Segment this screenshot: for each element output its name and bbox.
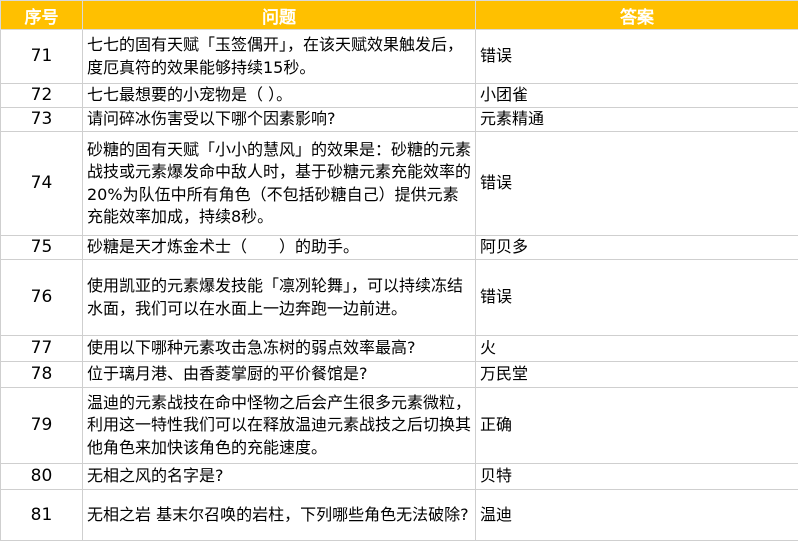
row-question: 使用以下哪种元素攻击急冻树的弱点效率最高? <box>82 335 476 362</box>
table-row: 74 砂糖的固有天赋「小小的慧风」的效果是：砂糖的元素战技或元素爆发命中敌人时，… <box>0 131 798 236</box>
header-question: 问题 <box>82 0 476 30</box>
row-question: 温迪的元素战技在命中怪物之后会产生很多元素微粒，利用这一特性我们可以在释放温迪元… <box>82 387 476 464</box>
row-question: 位于璃月港、由香菱掌厨的平价餐馆是? <box>82 361 476 388</box>
row-answer: 小团雀 <box>475 83 798 108</box>
row-num: 71 <box>0 29 83 84</box>
row-num: 76 <box>0 259 83 336</box>
row-num: 73 <box>0 107 83 132</box>
row-answer: 火 <box>475 335 798 362</box>
table-row: 71 七七的固有天赋「玉签偶开」，在该天赋效果触发后，度厄真符的效果能够持续15… <box>0 29 798 84</box>
row-num: 78 <box>0 361 83 388</box>
row-num: 74 <box>0 131 83 236</box>
row-question: 请问碎冰伤害受以下哪个因素影响? <box>82 107 476 132</box>
row-question: 七七的固有天赋「玉签偶开」，在该天赋效果触发后，度厄真符的效果能够持续15秒。 <box>82 29 476 84</box>
table-row: 73 请问碎冰伤害受以下哪个因素影响? 元素精通 <box>0 107 798 132</box>
row-answer: 错误 <box>475 29 798 84</box>
row-question: 无相之风的名字是? <box>82 463 476 490</box>
row-answer: 万民堂 <box>475 361 798 388</box>
table-row: 72 七七最想要的小宠物是（ ）。 小团雀 <box>0 83 798 108</box>
table-row: 81 无相之岩 基末尔召唤的岩柱，下列哪些角色无法破除? 温迪 <box>0 489 798 541</box>
table-row: 79 温迪的元素战技在命中怪物之后会产生很多元素微粒，利用这一特性我们可以在释放… <box>0 387 798 464</box>
row-question: 无相之岩 基末尔召唤的岩柱，下列哪些角色无法破除? <box>82 489 476 541</box>
row-answer: 阿贝多 <box>475 235 798 260</box>
row-answer: 错误 <box>475 131 798 236</box>
table-row: 78 位于璃月港、由香菱掌厨的平价餐馆是? 万民堂 <box>0 361 798 388</box>
header-num: 序号 <box>0 0 83 30</box>
row-question: 砂糖是天才炼金术士（ ）的助手。 <box>82 235 476 260</box>
header-row: 序号 问题 答案 <box>0 0 798 30</box>
table-row: 80 无相之风的名字是? 贝特 <box>0 463 798 490</box>
table-row: 77 使用以下哪种元素攻击急冻树的弱点效率最高? 火 <box>0 335 798 362</box>
row-answer: 元素精通 <box>475 107 798 132</box>
row-answer: 贝特 <box>475 463 798 490</box>
row-answer: 错误 <box>475 259 798 336</box>
row-question: 砂糖的固有天赋「小小的慧风」的效果是：砂糖的元素战技或元素爆发命中敌人时，基于砂… <box>82 131 476 236</box>
header-answer: 答案 <box>475 0 798 30</box>
row-num: 80 <box>0 463 83 490</box>
row-answer: 正确 <box>475 387 798 464</box>
qa-table: 序号 问题 答案 71 七七的固有天赋「玉签偶开」，在该天赋效果触发后，度厄真符… <box>0 0 798 541</box>
row-num: 72 <box>0 83 83 108</box>
row-question: 七七最想要的小宠物是（ ）。 <box>82 83 476 108</box>
table-row: 76 使用凯亚的元素爆发技能「凛冽轮舞」，可以持续冻结水面，我们可以在水面上一边… <box>0 259 798 336</box>
table-row: 75 砂糖是天才炼金术士（ ）的助手。 阿贝多 <box>0 235 798 260</box>
row-num: 79 <box>0 387 83 464</box>
row-question: 使用凯亚的元素爆发技能「凛冽轮舞」，可以持续冻结水面，我们可以在水面上一边奔跑一… <box>82 259 476 336</box>
row-answer: 温迪 <box>475 489 798 541</box>
row-num: 81 <box>0 489 83 541</box>
row-num: 75 <box>0 235 83 260</box>
row-num: 77 <box>0 335 83 362</box>
